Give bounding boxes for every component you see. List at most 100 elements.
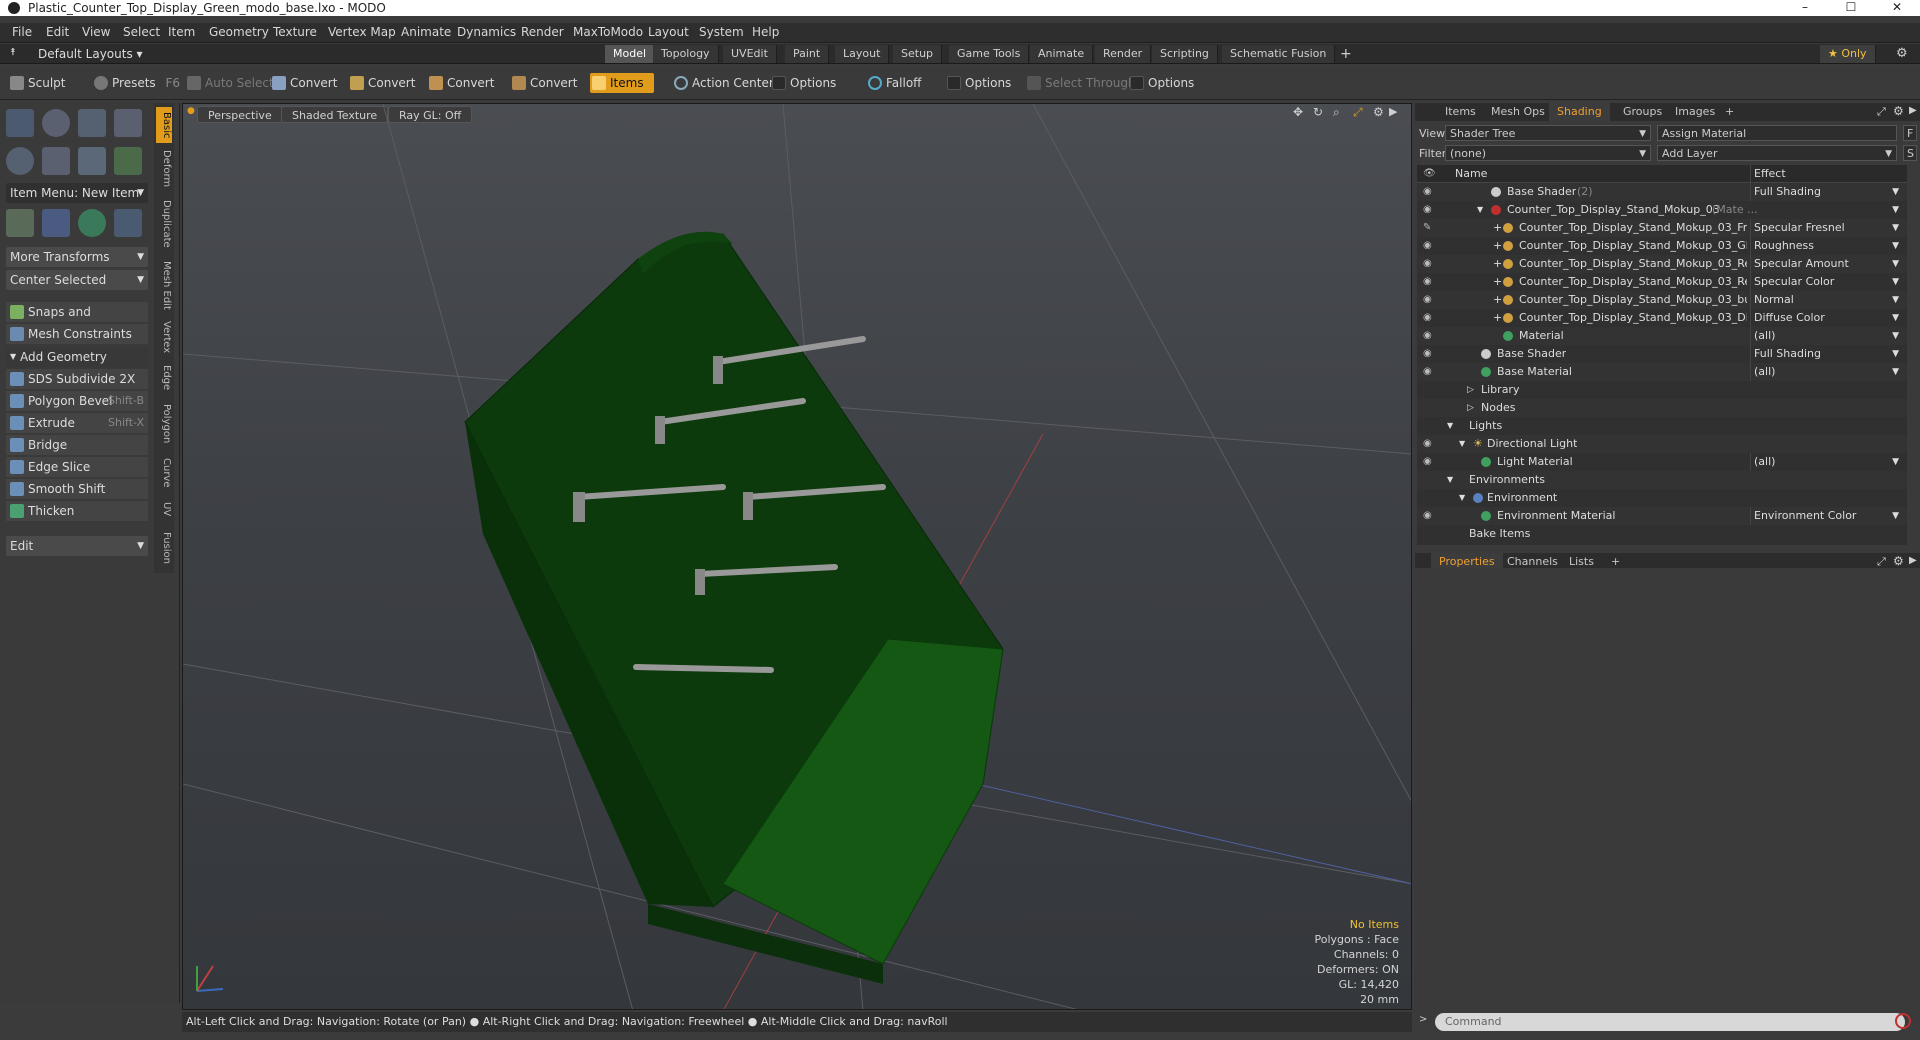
tool-polygon-bevel[interactable]: Polygon Bevel Shift-B — [6, 391, 148, 411]
command-input[interactable]: Command — [1435, 1013, 1905, 1031]
menu-render[interactable]: Render — [521, 25, 564, 39]
tab-setup[interactable]: Setup — [893, 45, 943, 63]
plus-icon[interactable]: + — [1493, 273, 1502, 291]
menu-vertex-map[interactable]: Vertex Map — [328, 25, 396, 39]
tool-sds-subdivide[interactable]: SDS Subdivide 2X — [6, 369, 148, 389]
vtab-edge[interactable]: Edge — [156, 361, 172, 395]
add-tab-button[interactable]: + — [1332, 45, 1360, 63]
expand-arrow-icon[interactable]: ▼ — [1447, 471, 1453, 489]
menu-edit[interactable]: Edit — [46, 25, 69, 39]
menu-layout[interactable]: Layout — [648, 25, 689, 39]
cube-icon[interactable] — [6, 109, 34, 137]
vtab-duplicate[interactable]: Duplicate — [156, 195, 172, 253]
arrow-right-icon[interactable]: ▶ — [1909, 555, 1917, 566]
eye-icon[interactable]: ◉ — [1423, 330, 1435, 342]
pen-tool-icon[interactable] — [78, 147, 106, 175]
tree-row[interactable]: ◉ + Counter_Top_Display_Stand_Mokup_03_Re … — [1417, 255, 1907, 273]
tab-game-tools[interactable]: Game Tools — [949, 45, 1030, 63]
vtab-basic[interactable]: Basic — [156, 107, 172, 143]
expand-arrow-icon[interactable]: ▼ — [1447, 417, 1453, 435]
menu-system[interactable]: System — [699, 25, 744, 39]
plus-icon[interactable]: + — [1493, 237, 1502, 255]
snaps-precision-button[interactable]: Snaps and Precision — [6, 302, 148, 339]
menu-texture[interactable]: Texture — [273, 25, 317, 39]
maximize-button[interactable]: ☐ — [1828, 0, 1874, 16]
add-layer-shortcut-button[interactable]: S — [1903, 145, 1917, 161]
convert-material-button[interactable]: Convert — [510, 73, 577, 93]
row-effect[interactable]: Specular Amount ▼ — [1750, 255, 1905, 273]
expand-arrow-icon[interactable]: ▼ — [1477, 201, 1483, 219]
edit-dropdown[interactable]: Edit ▼ — [6, 536, 148, 556]
tab-mesh-ops[interactable]: Mesh Ops — [1483, 103, 1553, 121]
sphere-icon[interactable] — [42, 109, 70, 137]
more-transforms-dropdown[interactable]: More Transforms ▼ — [6, 247, 148, 267]
brush-icon[interactable]: ✎ — [1423, 222, 1435, 234]
view-dropdown[interactable]: Shader Tree ▼ — [1445, 125, 1651, 141]
assign-material-shortcut-button[interactable]: F — [1903, 125, 1917, 141]
row-effect[interactable]: Normal ▼ — [1750, 291, 1905, 309]
falloff-button[interactable]: Falloff — [866, 73, 921, 93]
tree-row[interactable]: ◉ Light Material (all) ▼ — [1417, 453, 1907, 471]
items-mode-button[interactable]: Items — [590, 73, 654, 93]
menu-dynamics[interactable]: Dynamics — [457, 25, 516, 39]
tool-thicken[interactable]: Thicken — [6, 501, 148, 521]
item-menu-dropdown[interactable]: Item Menu: New Item ▼ — [6, 183, 148, 203]
eye-icon[interactable]: ◉ — [1423, 348, 1435, 360]
tree-row[interactable]: ◉ + Counter_Top_Display_Stand_Mokup_03_bu … — [1417, 291, 1907, 309]
tab-groups[interactable]: Groups — [1615, 103, 1670, 121]
3d-viewport[interactable]: ● Perspective Shaded Texture Ray GL: Off… — [182, 103, 1412, 1010]
auto-select-button[interactable]: Auto Select — [185, 73, 274, 93]
row-effect[interactable]: (all) ▼ — [1750, 327, 1905, 345]
tool-extrude[interactable]: Extrude Shift-X — [6, 413, 148, 433]
tree-row[interactable]: ◉ Material (all) ▼ — [1417, 327, 1907, 345]
close-button[interactable]: ✕ — [1874, 0, 1920, 16]
vtab-curve[interactable]: Curve — [156, 453, 172, 493]
eye-icon[interactable]: ◉ — [1423, 240, 1435, 252]
eye-icon[interactable]: ◉ — [1423, 294, 1435, 306]
tube-icon[interactable] — [42, 147, 70, 175]
vtab-polygon[interactable]: Polygon — [156, 399, 172, 449]
tab-shading[interactable]: Shading — [1549, 103, 1610, 121]
layout-up-icon[interactable]: ⯭ — [10, 47, 16, 58]
tab-paint[interactable]: Paint — [785, 45, 830, 63]
tree-row[interactable]: ▷ Nodes — [1417, 399, 1907, 417]
vtab-uv[interactable]: UV — [156, 497, 172, 521]
record-icon[interactable] — [1895, 1013, 1911, 1029]
menu-view[interactable]: View — [82, 25, 110, 39]
center-selected-dropdown[interactable]: Center Selected ▼ — [6, 270, 148, 290]
tool-bridge[interactable]: Bridge — [6, 435, 148, 455]
tab-model[interactable]: Model — [605, 45, 656, 63]
tab-layout[interactable]: Layout — [835, 45, 890, 63]
expand-arrow-icon[interactable]: ▼ — [1459, 489, 1465, 507]
menu-animate[interactable]: Animate — [401, 25, 451, 39]
gear-icon[interactable]: ⚙ — [1896, 46, 1908, 61]
action-center-options-button[interactable]: Options — [770, 73, 836, 93]
tree-row[interactable]: ▷ Library — [1417, 381, 1907, 399]
tree-row[interactable]: Bake Items — [1417, 525, 1907, 543]
menu-select[interactable]: Select — [123, 25, 160, 39]
row-effect[interactable]: Specular Fresnel ▼ — [1750, 219, 1905, 237]
tab-render[interactable]: Render — [1095, 45, 1152, 63]
mesh-constraints-button[interactable]: Mesh Constraints — [6, 324, 148, 344]
tool-smooth-shift[interactable]: Smooth Shift — [6, 479, 148, 499]
tab-animate[interactable]: Animate — [1030, 45, 1094, 63]
tab-images[interactable]: Images — [1667, 103, 1723, 121]
row-effect[interactable]: Environment Color ▼ — [1750, 507, 1905, 525]
convert-edge-button[interactable]: Convert — [348, 73, 415, 93]
menu-geometry[interactable]: Geometry — [209, 25, 269, 39]
menu-help[interactable]: Help — [752, 25, 779, 39]
sculpt-button[interactable]: Sculpt — [8, 73, 65, 93]
cylinder-icon[interactable] — [78, 109, 106, 137]
tab-schematic-fusion[interactable]: Schematic Fusion — [1222, 45, 1336, 63]
tree-row[interactable]: ▼ Environment — [1417, 489, 1907, 507]
eye-icon[interactable]: ◉ — [1423, 438, 1435, 450]
convert-polygon-button[interactable]: Convert — [427, 73, 494, 93]
tree-row[interactable]: ◉ + Counter_Top_Display_Stand_Mokup_03_Dif… — [1417, 309, 1907, 327]
vtab-mesh-edit[interactable]: Mesh Edit — [156, 257, 172, 313]
tree-row[interactable]: ◉ ▼ ☀ Directional Light — [1417, 435, 1907, 453]
tree-row[interactable]: ▼ Lights — [1417, 417, 1907, 435]
tree-row[interactable]: ◉ Base Material (all) ▼ — [1417, 363, 1907, 381]
row-effect[interactable]: Specular Color ▼ — [1750, 273, 1905, 291]
tree-row[interactable]: ◉ Base Shader Full Shading ▼ — [1417, 345, 1907, 363]
perspective-plane-icon[interactable] — [114, 209, 142, 237]
